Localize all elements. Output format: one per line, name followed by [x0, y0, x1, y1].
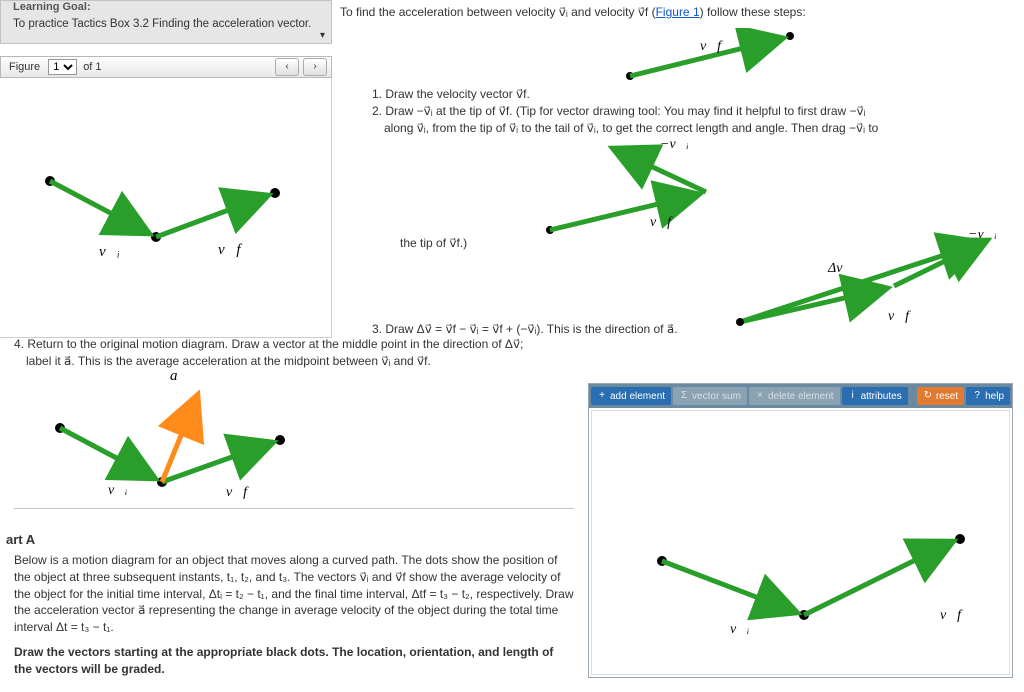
delete-element-button[interactable]: ×delete element [749, 387, 840, 405]
figure-label: Figure [1, 61, 48, 73]
steps-block: 1. Draw the velocity vector v⃗f. 2. Draw… [372, 86, 1012, 136]
figure-of-label: of 1 [77, 61, 107, 73]
figure-1-link[interactable]: Figure 1 [656, 5, 700, 19]
part-a-bold: Draw the vectors starting at the appropr… [14, 644, 574, 678]
attributes-button[interactable]: iattributes [842, 387, 908, 405]
svg-text:Δv⃗: Δv⃗ [827, 261, 853, 276]
vector-drawing-tool: +add element Σvector sum ×delete element… [588, 383, 1013, 678]
step-2a: 2. Draw −v⃗ᵢ at the tip of v⃗f. (Tip for… [372, 103, 1012, 120]
plus-icon: + [597, 391, 607, 401]
figure-next-button[interactable]: › [303, 58, 327, 76]
figure-prev-button[interactable]: ‹ [275, 58, 299, 76]
step-2c: the tip of v⃗f.) [400, 236, 467, 250]
step-2b: along v⃗ᵢ, from the tip of v⃗ᵢ to the ta… [372, 120, 1012, 137]
svg-text:v⃗f: v⃗f [940, 608, 963, 623]
svg-text:v⃗ᵢ: v⃗ᵢ [108, 483, 127, 498]
figure-1-canvas: v⃗ᵢ v⃗f [0, 78, 332, 338]
part-a-label: art A [6, 532, 35, 547]
svg-text:a⃗: a⃗ [170, 368, 189, 384]
figure-nav-bar: Figure 1 of 1 ‹ › [0, 56, 332, 78]
svg-text:v⃗f: v⃗f [700, 39, 723, 54]
svg-text:v⃗ᵢ: v⃗ᵢ [730, 622, 749, 637]
separator [14, 508, 574, 509]
info-icon: i [848, 391, 858, 401]
svg-text:v⃗f: v⃗f [888, 309, 911, 324]
svg-text:−v⃗ᵢ: −v⃗ᵢ [660, 140, 689, 152]
drawing-canvas[interactable]: v⃗ᵢ v⃗f [591, 410, 1010, 675]
chevron-down-icon[interactable]: ▾ [320, 30, 325, 41]
step-4a: 4. Return to the original motion diagram… [14, 336, 574, 353]
svg-text:−v⃗ᵢ: −v⃗ᵢ [968, 232, 997, 242]
sigma-icon: Σ [679, 391, 689, 401]
step3-diagram: Δv⃗ v⃗f −v⃗ᵢ [720, 232, 1020, 345]
svg-text:v⃗f: v⃗f [650, 215, 673, 230]
reset-button[interactable]: ↻reset [917, 387, 964, 405]
step-1: 1. Draw the velocity vector v⃗f. [372, 86, 1012, 103]
intro-text: To find the acceleration between velocit… [340, 4, 1020, 20]
step4-diagram: a⃗ v⃗ᵢ v⃗f [20, 366, 340, 509]
part-a-body: Below is a motion diagram for an object … [14, 553, 574, 634]
part-a-text: Below is a motion diagram for an object … [14, 552, 574, 678]
learning-goal-text: To practice Tactics Box 3.2 Finding the … [13, 17, 319, 33]
vf-label: v⃗f [218, 242, 242, 258]
step1-vf-diagram: v⃗f [620, 28, 820, 91]
help-button[interactable]: ?help [966, 387, 1010, 405]
x-icon: × [755, 391, 765, 401]
figure-select[interactable]: 1 [48, 59, 77, 75]
step4-block: 4. Return to the original motion diagram… [14, 336, 574, 370]
vector-sum-button[interactable]: Σvector sum [673, 387, 747, 405]
refresh-icon: ↻ [923, 391, 933, 401]
question-icon: ? [972, 391, 982, 401]
drawing-toolbar: +add element Σvector sum ×delete element… [589, 384, 1012, 408]
vi-label: v⃗ᵢ [99, 244, 120, 260]
learning-goal-panel: Learning Goal: To practice Tactics Box 3… [0, 0, 332, 44]
svg-text:v⃗f: v⃗f [226, 485, 249, 500]
learning-goal-header: Learning Goal: [13, 1, 319, 13]
step-3: 3. Draw Δv⃗ = v⃗f − v⃗ᵢ = v⃗f + (−v⃗ᵢ). … [372, 322, 678, 336]
add-element-button[interactable]: +add element [591, 387, 671, 405]
